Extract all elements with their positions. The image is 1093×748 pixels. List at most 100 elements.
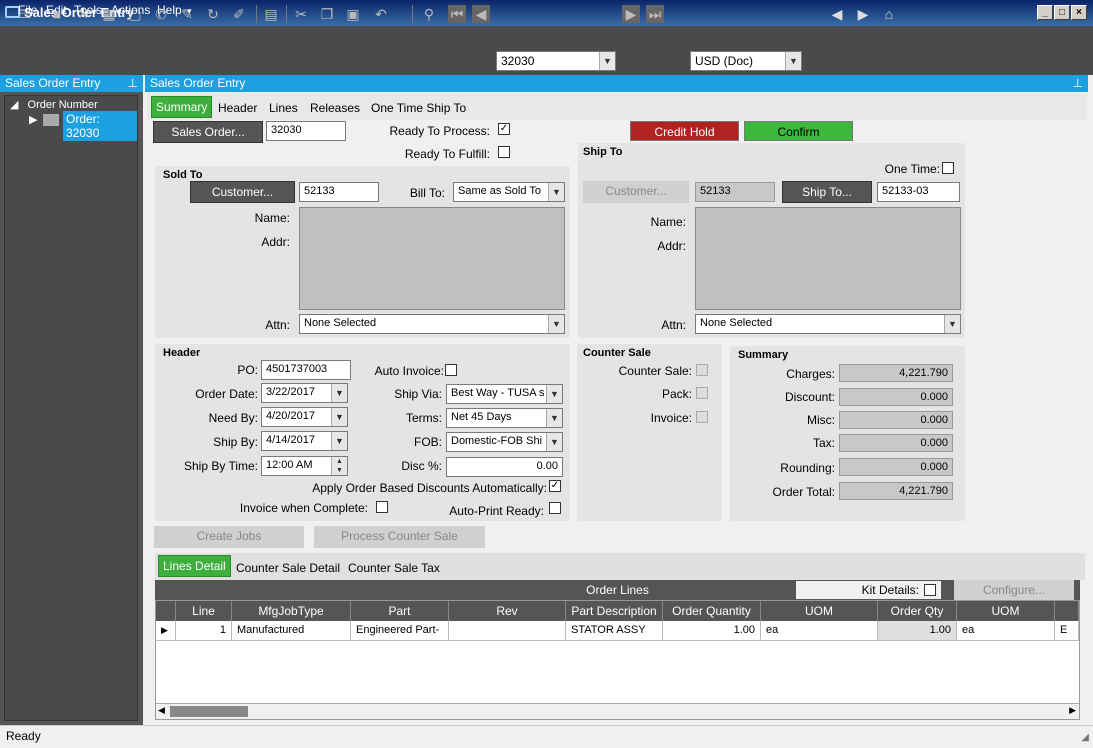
back-icon[interactable]: ◀: [828, 5, 846, 23]
refresh-icon[interactable]: ↻: [204, 5, 222, 23]
chevron-down-icon[interactable]: ▼: [944, 315, 960, 333]
chevron-down-icon[interactable]: ▼: [546, 409, 562, 427]
order-date-picker[interactable]: 3/22/2017 ▼: [261, 383, 348, 403]
kit-details-checkbox[interactable]: [924, 584, 936, 596]
col-mfgjobtype[interactable]: MfgJobType: [232, 601, 351, 621]
save-icon[interactable]: ■: [48, 5, 66, 23]
spinner-icon[interactable]: ▲ ▼: [331, 457, 347, 475]
pack-checkbox[interactable]: [696, 387, 708, 399]
col-uom[interactable]: UOM: [761, 601, 878, 621]
resize-grip-icon[interactable]: ◢: [1081, 732, 1089, 743]
tab-one-time-ship-to[interactable]: One Time Ship To: [371, 101, 466, 115]
counter-sale-checkbox[interactable]: [696, 364, 708, 376]
printer-icon[interactable]: ▤: [262, 5, 280, 23]
one-time-checkbox[interactable]: [942, 162, 954, 174]
scroll-right-icon[interactable]: ▶: [1069, 705, 1076, 716]
table-row[interactable]: ▶ 1 Manufactured Engineered Part- STATOR…: [156, 621, 1079, 641]
tab-lines-detail[interactable]: Lines Detail: [158, 555, 231, 577]
cell-line[interactable]: 1: [176, 621, 232, 641]
chevron-down-icon[interactable]: ▼: [546, 385, 562, 403]
create-jobs-button[interactable]: Create Jobs: [154, 526, 304, 548]
tab-counter-sale-detail[interactable]: Counter Sale Detail: [236, 561, 340, 575]
col-line[interactable]: Line: [176, 601, 232, 621]
credit-hold-button[interactable]: Credit Hold: [630, 121, 739, 141]
print-preview-icon[interactable]: ▦: [100, 5, 118, 23]
paste-icon[interactable]: ▣: [344, 5, 362, 23]
sold-to-customer-input[interactable]: 52133: [299, 182, 379, 202]
prev-record-icon[interactable]: ◀: [472, 5, 490, 23]
ship-to-input[interactable]: 52133-03: [877, 182, 960, 202]
cell-mfgjobtype[interactable]: Manufactured: [232, 621, 351, 641]
apply-discounts-checkbox[interactable]: ✓: [549, 480, 561, 492]
ship-to-button[interactable]: Ship To...: [782, 181, 872, 203]
ship-to-customer-button[interactable]: Customer...: [583, 181, 689, 203]
cell-uom-2[interactable]: ea: [957, 621, 1055, 641]
copy-icon[interactable]: ❐: [318, 5, 336, 23]
col-rev[interactable]: Rev: [449, 601, 566, 621]
cell-uom[interactable]: ea: [761, 621, 878, 641]
attach-icon[interactable]: ▢: [126, 5, 144, 23]
tab-lines[interactable]: Lines: [269, 101, 298, 115]
col-part-description[interactable]: Part Description: [566, 601, 663, 621]
chevron-down-icon[interactable]: ▼: [548, 315, 564, 333]
configure-button[interactable]: Configure...: [954, 580, 1074, 600]
sold-to-attn-combo[interactable]: None Selected ▼: [299, 314, 565, 334]
col-uom-2[interactable]: UOM: [957, 601, 1055, 621]
ready-to-process-checkbox[interactable]: ✓: [498, 123, 510, 135]
cell-part[interactable]: Engineered Part-: [351, 621, 449, 641]
tree-item-order[interactable]: Order: 32030: [63, 111, 137, 141]
cell-extra[interactable]: E: [1055, 621, 1079, 641]
chevron-down-icon[interactable]: ▼: [331, 432, 347, 450]
forward-icon[interactable]: ▶: [854, 5, 872, 23]
bill-to-combo[interactable]: Same as Sold To ▼: [453, 182, 565, 202]
tab-summary[interactable]: Summary: [151, 96, 213, 118]
maximize-button[interactable]: □: [1054, 5, 1070, 20]
col-order-qty[interactable]: Order Qty: [878, 601, 957, 621]
chevron-down-icon[interactable]: ▼: [785, 52, 801, 70]
chevron-down-icon[interactable]: ▼: [546, 433, 562, 451]
order-number-combo[interactable]: 32030 ▼: [496, 51, 616, 71]
currency-combo[interactable]: USD (Doc) ▼: [690, 51, 802, 71]
ship-via-combo[interactable]: Best Way - TUSA s ▼: [446, 384, 563, 404]
chevron-down-icon[interactable]: ▼: [599, 52, 615, 70]
close-button[interactable]: ×: [1071, 5, 1087, 20]
horizontal-scrollbar[interactable]: ◀ ▶: [156, 703, 1079, 719]
invoice-checkbox[interactable]: [696, 411, 708, 423]
delete-icon[interactable]: ✕: [74, 5, 92, 23]
auto-invoice-checkbox[interactable]: [445, 364, 457, 376]
search-icon[interactable]: ⚲: [420, 5, 438, 23]
chevron-down-icon[interactable]: ▼: [331, 384, 347, 402]
first-record-icon[interactable]: ⏮: [448, 5, 466, 23]
clear-icon[interactable]: ✐: [230, 5, 248, 23]
last-record-icon[interactable]: ⏭: [646, 5, 664, 23]
sales-order-input[interactable]: 32030: [266, 121, 346, 141]
tab-counter-sale-tax[interactable]: Counter Sale Tax: [348, 561, 440, 575]
pin-icon[interactable]: ⊥: [1073, 76, 1083, 90]
new-icon[interactable]: ▭: [16, 5, 34, 23]
phone-icon[interactable]: ✆: [152, 5, 170, 23]
cell-rev[interactable]: [449, 621, 566, 641]
cut-icon[interactable]: ✂: [292, 5, 310, 23]
need-by-picker[interactable]: 4/20/2017 ▼: [261, 407, 348, 427]
po-input[interactable]: 4501737003: [261, 360, 351, 380]
ship-by-picker[interactable]: 4/14/2017 ▼: [261, 431, 348, 451]
invoice-complete-checkbox[interactable]: [376, 501, 388, 513]
cell-part-description[interactable]: STATOR ASSY: [566, 621, 663, 641]
next-record-icon[interactable]: ▶: [622, 5, 640, 23]
clip-icon[interactable]: ✎: [178, 5, 196, 23]
sold-to-customer-button[interactable]: Customer...: [190, 181, 295, 203]
terms-combo[interactable]: Net 45 Days ▼: [446, 408, 563, 428]
tab-header[interactable]: Header: [218, 101, 257, 115]
confirm-button[interactable]: Confirm: [744, 121, 853, 141]
fob-combo[interactable]: Domestic-FOB Shi ▼: [446, 432, 563, 452]
minimize-button[interactable]: _: [1037, 5, 1053, 20]
col-order-quantity[interactable]: Order Quantity: [663, 601, 761, 621]
scroll-left-icon[interactable]: ◀: [158, 705, 165, 716]
cell-order-qty[interactable]: 1.00: [878, 621, 957, 641]
ship-to-attn-combo[interactable]: None Selected ▼: [695, 314, 961, 334]
chevron-down-icon[interactable]: ▼: [331, 408, 347, 426]
tree-root[interactable]: ◢ Order Number: [10, 98, 98, 111]
chevron-down-icon[interactable]: ▼: [548, 183, 564, 201]
auto-print-checkbox[interactable]: [549, 502, 561, 514]
expand-icon[interactable]: ▶: [29, 113, 37, 126]
